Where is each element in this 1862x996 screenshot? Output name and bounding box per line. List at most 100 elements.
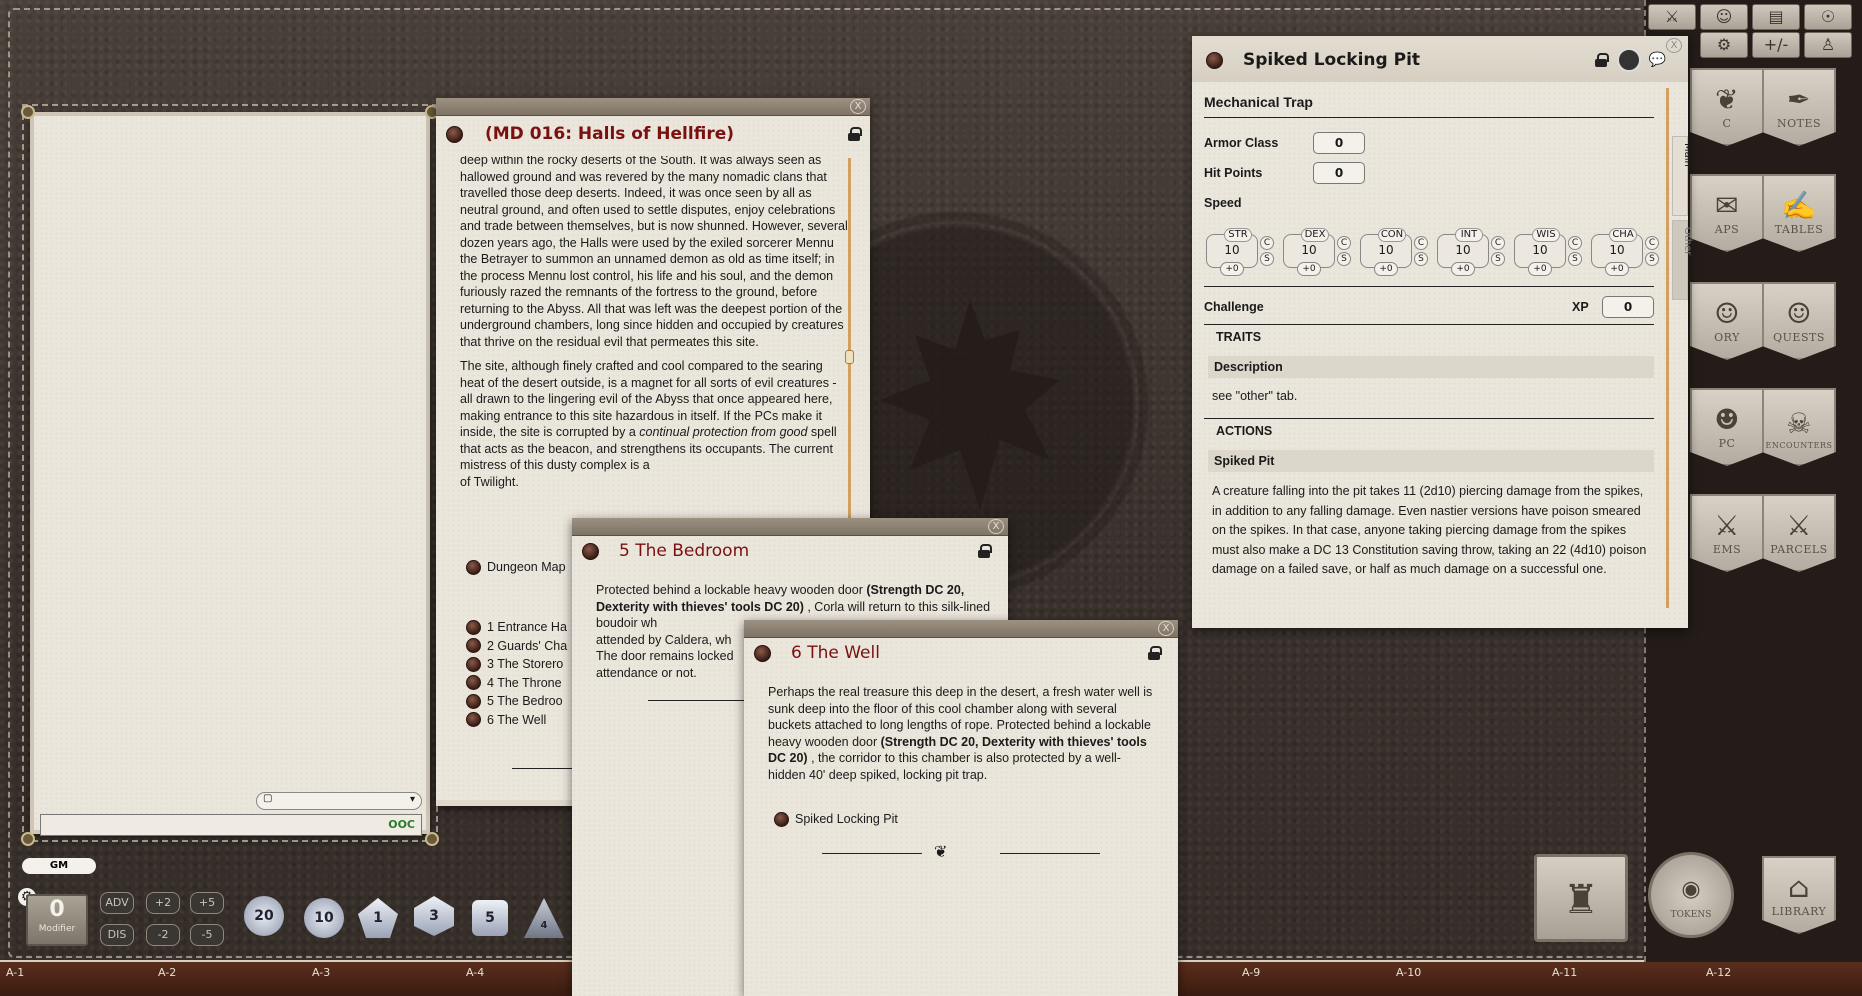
sidebar-tab-tables[interactable]: ✍ TABLES — [1762, 174, 1836, 252]
combat-tracker-button[interactable]: ⚔ — [1648, 4, 1696, 30]
story-window-titlebar[interactable]: X — [436, 98, 870, 116]
ability-str[interactable]: 10 STR +0 C S — [1206, 228, 1282, 278]
minus-five-button[interactable]: -5 — [190, 924, 224, 946]
trait-name[interactable]: Description — [1208, 356, 1654, 378]
speech-icon: ▢ — [263, 793, 273, 804]
tokens-button[interactable]: ◉ TOKENS — [1648, 852, 1734, 938]
check-button[interactable]: C — [1491, 236, 1505, 250]
sidebar-tab-parcels[interactable]: ⚔ PARCELS — [1762, 494, 1836, 572]
ability-dex[interactable]: 10 DEX +0 C S — [1283, 228, 1359, 278]
armor-class-field[interactable]: 0 — [1313, 132, 1366, 154]
close-icon[interactable]: X — [1158, 621, 1174, 636]
gm-identity-label[interactable]: GM — [22, 858, 96, 874]
trait-description: see "other" tab. — [1212, 389, 1298, 403]
character-button[interactable]: ♙ — [1804, 32, 1852, 58]
modifiers-button[interactable]: +/- — [1752, 32, 1800, 58]
close-icon[interactable]: X — [988, 519, 1004, 534]
d8-die-icon[interactable]: 1 — [358, 898, 398, 938]
d4-die-icon[interactable]: 4 — [524, 898, 564, 938]
story-link-icon[interactable] — [446, 125, 463, 143]
close-icon[interactable]: X — [1666, 38, 1682, 53]
trap-scrollbar[interactable] — [1666, 88, 1669, 608]
save-button[interactable]: S — [1260, 252, 1274, 266]
party-sheet-button[interactable]: ☺ — [1700, 4, 1748, 30]
sidebar-tab-npcs-partial[interactable]: ❦ C — [1690, 68, 1764, 146]
lock-icon[interactable] — [848, 127, 862, 141]
sidebar-tab-maps-partial[interactable]: ✉ APS — [1690, 174, 1764, 252]
trap-title: Spiked Locking Pit — [1243, 50, 1421, 70]
check-button[interactable]: C — [1568, 236, 1582, 250]
disadvantage-button[interactable]: DIS — [100, 924, 134, 946]
grid-label: A-1 — [6, 966, 25, 979]
plus-five-button[interactable]: +5 — [190, 892, 224, 914]
d20-die-icon[interactable]: 20 — [244, 896, 284, 936]
modifier-box[interactable]: 0 Modifier — [26, 894, 88, 946]
well-window-titlebar[interactable]: X — [744, 620, 1178, 638]
lock-icon[interactable] — [978, 544, 992, 558]
sidebar-tab-items-partial[interactable]: ⚔ EMS — [1690, 494, 1764, 572]
sidebar-tab-npc-partial[interactable]: ☻ PC — [1690, 388, 1764, 466]
ability-scores: 10 STR +0 C S 10 DEX +0 C S 10 CON +0 C S 10 INT +0 C S … — [1206, 228, 1666, 282]
save-button[interactable]: S — [1414, 252, 1428, 266]
italic-spell-name: continual protection from good — [639, 425, 808, 439]
link-icon — [466, 559, 481, 575]
trap-type-row: Mechanical Trap — [1204, 92, 1654, 118]
d12-die-icon[interactable]: 3 — [414, 896, 454, 936]
save-button[interactable]: S — [1645, 252, 1659, 266]
hit-points-field[interactable]: 0 — [1313, 162, 1366, 184]
story-link-icon[interactable] — [754, 644, 771, 662]
advantage-button[interactable]: ADV — [100, 892, 134, 914]
identity-portrait-icon[interactable] — [1616, 48, 1641, 72]
sidebar-tab-notes[interactable]: ✒ NOTES — [1762, 68, 1836, 146]
lock-icon[interactable] — [1148, 646, 1162, 660]
record-link-icon[interactable] — [1206, 51, 1223, 69]
lock-icon[interactable] — [1594, 53, 1609, 67]
save-button[interactable]: S — [1568, 252, 1582, 266]
speech-bubble-icon[interactable]: 💬 — [1649, 52, 1666, 68]
divider — [1204, 286, 1654, 287]
tab-other[interactable]: Other — [1672, 220, 1693, 300]
armor-class-label: Armor Class — [1204, 136, 1279, 150]
check-button[interactable]: C — [1645, 236, 1659, 250]
sidebar-tab-library[interactable]: ⌂ LIBRARY — [1762, 856, 1836, 934]
ability-con[interactable]: 10 CON +0 C S — [1360, 228, 1436, 278]
ooc-toggle[interactable]: OOC — [388, 818, 415, 831]
save-button[interactable]: S — [1491, 252, 1505, 266]
plus-two-button[interactable]: +2 — [146, 892, 180, 914]
bedroom-window-titlebar[interactable]: X — [572, 518, 1008, 536]
grid-label: A-4 — [466, 966, 485, 979]
check-button[interactable]: C — [1337, 236, 1351, 250]
xp-field[interactable]: 0 — [1602, 296, 1654, 318]
check-button[interactable]: C — [1414, 236, 1428, 250]
close-icon[interactable]: X — [850, 99, 866, 114]
rivet — [21, 105, 35, 119]
sidebar-tab-label: ENCOUNTERS — [1765, 441, 1833, 450]
link-icon — [466, 675, 481, 691]
d10-die-icon[interactable]: 10 — [304, 898, 344, 938]
chat-language-select[interactable]: ▢ ▾ — [256, 792, 422, 810]
check-button[interactable]: C — [1260, 236, 1274, 250]
ability-wis[interactable]: 10 WIS +0 C S — [1514, 228, 1590, 278]
minus-two-button[interactable]: -2 — [146, 924, 180, 946]
sidebar-tab-quests[interactable]: ☺ QUESTS — [1762, 282, 1836, 360]
save-button[interactable]: S — [1337, 252, 1351, 266]
sidebar-tab-encounters[interactable]: ☠ ENCOUNTERS — [1762, 388, 1836, 466]
text-span: Protected behind a lockable heavy wooden… — [596, 583, 867, 597]
images-button[interactable]: ♜ — [1534, 854, 1628, 942]
chat-input[interactable]: OOC — [40, 814, 422, 836]
options-button[interactable]: ⚙ — [1700, 32, 1748, 58]
trap-link[interactable]: Spiked Locking Pit — [774, 810, 898, 829]
dice-roll-button[interactable]: ☉ — [1804, 4, 1852, 30]
book-icon: ❦ — [1715, 83, 1739, 116]
action-name[interactable]: Spiked Pit — [1208, 450, 1654, 472]
story-paragraph: The site, although finely crafted and co… — [460, 358, 848, 490]
sidebar-tab-story-partial[interactable]: ☺ ORY — [1690, 282, 1764, 360]
sword-icon: ⚔ — [1714, 509, 1740, 542]
ability-int[interactable]: 10 INT +0 C S — [1437, 228, 1513, 278]
calendar-button[interactable]: ▤ — [1752, 4, 1800, 30]
ability-name: INT — [1455, 228, 1483, 242]
story-link-icon[interactable] — [582, 542, 599, 560]
d6-die-icon[interactable]: 5 — [472, 900, 508, 936]
ability-cha[interactable]: 10 CHA +0 C S — [1591, 228, 1667, 278]
tab-main[interactable]: Main — [1672, 136, 1693, 216]
